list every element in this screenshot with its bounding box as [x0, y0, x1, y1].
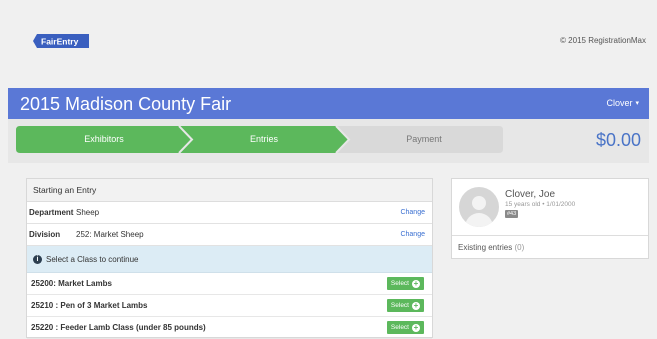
user-menu[interactable]: Clover ▾ [606, 98, 639, 108]
class-name: 25200: Market Lambs [31, 279, 112, 288]
entry-panel: Starting an Entry Department Sheep Chang… [26, 178, 433, 339]
info-icon: i [33, 254, 42, 264]
select-button-label: Select [390, 324, 409, 331]
class-row[interactable]: 25200: Market Lambs Select + [27, 273, 432, 295]
department-row: Department Sheep Change [27, 202, 432, 224]
select-class-notice: i Select a Class to continue [27, 246, 432, 273]
top-header: FairEntry © 2015 RegistrationMax [0, 0, 657, 86]
division-value: 252: Market Sheep [76, 230, 144, 239]
step-tracker: Exhibitors Entries Payment [16, 126, 503, 153]
plus-circle-icon: + [412, 300, 420, 310]
order-total: $0.00 [595, 130, 641, 150]
exhibitor-name: Clover, Joe [505, 189, 556, 200]
step-payment[interactable]: Payment [364, 134, 484, 144]
step-entries[interactable]: Entries [204, 134, 324, 144]
department-value: Sheep [76, 208, 100, 217]
exhibitor-card: Clover, Joe 15 years old • 1/01/2000 #43… [451, 178, 649, 259]
existing-entries-count: (0) [514, 243, 525, 252]
progress-stepbar: Exhibitors Entries Payment $0.00 [8, 119, 649, 163]
change-division-link[interactable]: Change [400, 224, 425, 245]
change-department-link[interactable]: Change [400, 202, 425, 223]
notice-text: Select a Class to continue [46, 254, 139, 264]
class-row[interactable]: 25220 : Feeder Lamb Class (under 85 poun… [27, 317, 432, 339]
class-name: 25210 : Pen of 3 Market Lambs [31, 301, 148, 310]
exhibitor-age-dob: 15 years old • 1/01/2000 [505, 201, 576, 208]
plus-circle-icon: + [412, 322, 420, 332]
fairentry-logo[interactable]: FairEntry [33, 34, 89, 48]
copyright-text: © 2015 RegistrationMax [560, 36, 646, 45]
chevron-down-icon: ▾ [635, 100, 639, 107]
logo-text: FairEntry [41, 37, 79, 47]
select-button-label: Select [390, 302, 409, 309]
department-label: Department [29, 208, 74, 217]
exhibitor-summary: Clover, Joe 15 years old • 1/01/2000 #43 [452, 179, 648, 236]
select-class-button[interactable]: Select + [386, 321, 424, 334]
existing-entries: Existing entries (0) [458, 243, 524, 252]
select-class-button[interactable]: Select + [386, 299, 424, 312]
select-class-button[interactable]: Select + [386, 277, 424, 290]
select-button-label: Select [390, 280, 409, 287]
app-navbar: 2015 Madison County Fair Clover ▾ [8, 88, 649, 119]
plus-circle-icon: + [412, 278, 420, 288]
user-name: Clover [606, 98, 633, 108]
class-row[interactable]: 25210 : Pen of 3 Market Lambs Select + [27, 295, 432, 317]
avatar [459, 187, 499, 227]
exhibitor-id-badge: #43 [505, 210, 519, 218]
step-exhibitors[interactable]: Exhibitors [44, 134, 164, 144]
division-row: Division 252: Market Sheep Change [27, 224, 432, 246]
division-label: Division [29, 230, 61, 239]
page-title: 2015 Madison County Fair [20, 94, 232, 114]
existing-entries-label: Existing entries [458, 243, 513, 252]
panel-heading: Starting an Entry [27, 179, 432, 202]
